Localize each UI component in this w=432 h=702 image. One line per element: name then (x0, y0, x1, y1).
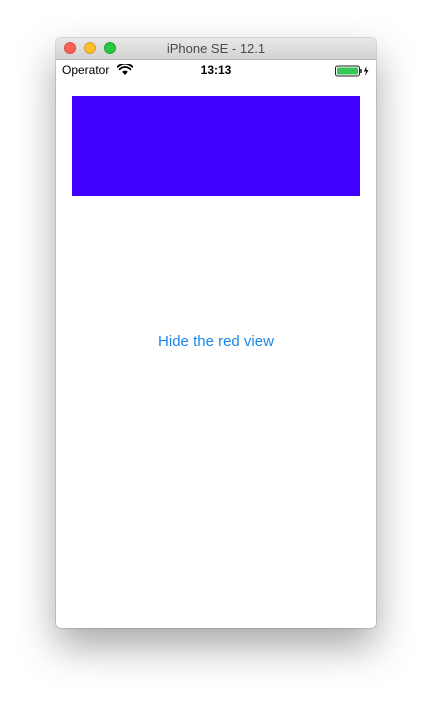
colored-view (72, 96, 360, 196)
battery-charging-icon (335, 65, 369, 77)
simulator-window: iPhone SE - 12.1 Operator 13:13 Hide the… (56, 38, 376, 628)
status-time: 13:13 (200, 63, 232, 77)
window-title: iPhone SE - 12.1 (166, 41, 266, 56)
status-bar: Operator 13:13 (56, 60, 376, 80)
hide-red-view-button[interactable]: Hide the red view (56, 333, 376, 350)
window-titlebar[interactable]: iPhone SE - 12.1 (56, 38, 376, 60)
